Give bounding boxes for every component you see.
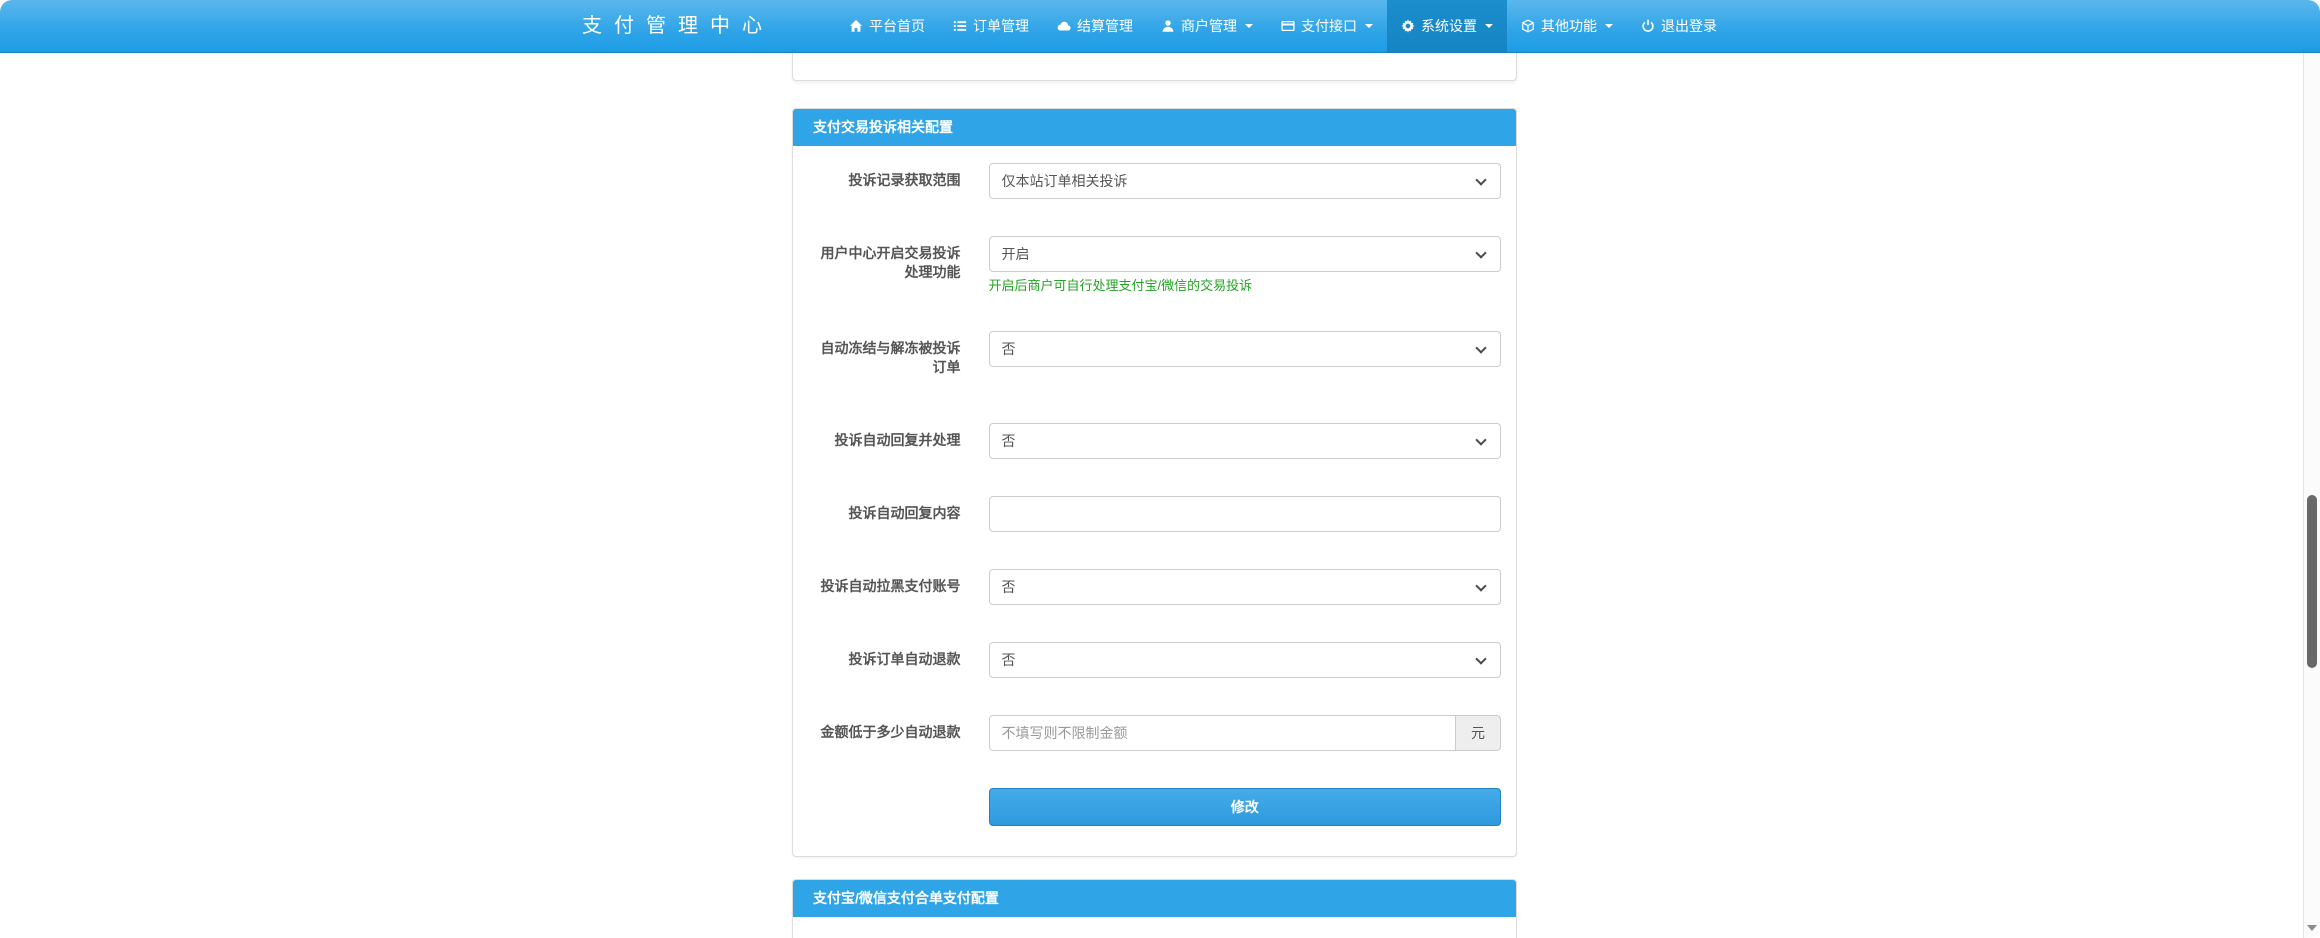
nav-label: 其他功能 <box>1541 16 1597 36</box>
panel-body: 投诉记录获取范围 仅本站订单相关投诉 用户中心开启交易投诉处理功能 开启 <box>793 146 1516 856</box>
chevron-down-icon <box>1475 247 1486 258</box>
nav-item-order-management[interactable]: 订单管理 <box>939 0 1043 52</box>
nav-item-merchant-management[interactable]: 商户管理 <box>1147 0 1267 52</box>
form-row-submit: 修改 <box>808 788 1501 826</box>
panel-title: 支付交易投诉相关配置 <box>793 109 1516 146</box>
nav-item-system-settings[interactable]: 系统设置 <box>1387 0 1507 52</box>
user-center-complaint-toggle-select[interactable]: 开启 <box>989 236 1501 272</box>
field-label: 投诉自动拉黑支付账号 <box>808 569 989 605</box>
field-label: 金额低于多少自动退款 <box>808 715 989 751</box>
select-value: 否 <box>1002 424 1016 458</box>
caret-down-icon <box>1485 24 1493 28</box>
auto-refund-select[interactable]: 否 <box>989 642 1501 678</box>
top-navbar: 支付管理中心 平台首页 订单管理 结算管理 商户管理 <box>0 0 2320 53</box>
caret-down-icon <box>1605 24 1613 28</box>
field-label: 自动冻结与解冻被投诉订单 <box>808 331 989 377</box>
refund-amount-threshold-input[interactable] <box>989 715 1456 751</box>
auto-reply-handle-select[interactable]: 否 <box>989 423 1501 459</box>
cloud-icon <box>1057 19 1071 33</box>
form-row-auto-refund: 投诉订单自动退款 否 <box>808 642 1501 678</box>
field-label: 投诉订单自动退款 <box>808 642 989 678</box>
vertical-scrollbar[interactable] <box>2303 53 2320 938</box>
chevron-down-icon <box>1475 580 1486 591</box>
panel-title: 支付宝/微信支付合单支付配置 <box>793 880 1516 917</box>
previous-panel-cutoff <box>792 53 1517 81</box>
field-label <box>808 788 989 826</box>
currency-unit-addon: 元 <box>1456 715 1501 751</box>
complaint-config-panel: 支付交易投诉相关配置 投诉记录获取范围 仅本站订单相关投诉 用户中心开启交易投诉… <box>792 108 1517 857</box>
form-row-auto-blacklist: 投诉自动拉黑支付账号 否 <box>808 569 1501 605</box>
panel-body <box>793 917 1516 938</box>
nav-label: 商户管理 <box>1181 16 1237 36</box>
cube-icon <box>1521 19 1535 33</box>
nav-label: 系统设置 <box>1421 16 1477 36</box>
chevron-down-icon <box>1475 653 1486 664</box>
list-icon <box>953 19 967 33</box>
content-column: 支付交易投诉相关配置 投诉记录获取范围 仅本站订单相关投诉 用户中心开启交易投诉… <box>792 53 1517 938</box>
form-row-auto-freeze: 自动冻结与解冻被投诉订单 否 <box>808 331 1501 377</box>
nav-item-other-functions[interactable]: 其他功能 <box>1507 0 1627 52</box>
field-label: 投诉记录获取范围 <box>808 163 989 199</box>
nav-item-logout[interactable]: 退出登录 <box>1627 0 1731 52</box>
caret-down-icon <box>1365 24 1373 28</box>
select-value: 开启 <box>1002 237 1030 271</box>
nav-label: 支付接口 <box>1301 16 1357 36</box>
gear-icon <box>1401 19 1415 33</box>
nav-item-settlement-management[interactable]: 结算管理 <box>1043 0 1147 52</box>
credit-card-icon <box>1281 19 1295 33</box>
select-value: 否 <box>1002 643 1016 677</box>
chevron-down-icon <box>1475 342 1486 353</box>
nav-item-platform-home[interactable]: 平台首页 <box>835 0 939 52</box>
home-icon <box>849 19 863 33</box>
nav-label: 订单管理 <box>973 16 1029 36</box>
select-value: 仅本站订单相关投诉 <box>1002 164 1128 198</box>
complaint-scope-select[interactable]: 仅本站订单相关投诉 <box>989 163 1501 199</box>
chevron-down-icon <box>1475 174 1486 185</box>
caret-down-icon <box>1245 24 1253 28</box>
auto-reply-content-input[interactable] <box>989 496 1501 532</box>
nav-label: 结算管理 <box>1077 16 1133 36</box>
select-value: 否 <box>1002 570 1016 604</box>
chevron-down-icon <box>1475 434 1486 445</box>
user-icon <box>1161 19 1175 33</box>
auto-blacklist-select[interactable]: 否 <box>989 569 1501 605</box>
nav-item-payment-interface[interactable]: 支付接口 <box>1267 0 1387 52</box>
field-help-text: 开启后商户可自行处理支付宝/微信的交易投诉 <box>989 277 1501 294</box>
form-row-refund-threshold: 金额低于多少自动退款 元 <box>808 715 1501 751</box>
nav-label: 退出登录 <box>1661 16 1717 36</box>
main-nav: 平台首页 订单管理 结算管理 商户管理 支付接口 <box>835 0 1731 52</box>
form-row-auto-reply-handle: 投诉自动回复并处理 否 <box>808 423 1501 459</box>
form-row-auto-reply-content: 投诉自动回复内容 <box>808 496 1501 532</box>
field-label: 投诉自动回复并处理 <box>808 423 989 459</box>
scrollbar-thumb[interactable] <box>2307 495 2317 668</box>
auto-freeze-select[interactable]: 否 <box>989 331 1501 367</box>
field-label: 投诉自动回复内容 <box>808 496 989 532</box>
power-icon <box>1641 19 1655 33</box>
form-row-user-center-toggle: 用户中心开启交易投诉处理功能 开启 开启后商户可自行处理支付宝/微信的交易投诉 <box>808 236 1501 294</box>
brand-title[interactable]: 支付管理中心 <box>582 0 774 52</box>
form-row-complaint-scope: 投诉记录获取范围 仅本站订单相关投诉 <box>808 163 1501 199</box>
page: 支付管理中心 平台首页 订单管理 结算管理 商户管理 <box>0 0 2320 938</box>
combined-pay-config-panel: 支付宝/微信支付合单支付配置 <box>792 879 1517 938</box>
field-label: 用户中心开启交易投诉处理功能 <box>808 236 989 294</box>
nav-label: 平台首页 <box>869 16 925 36</box>
select-value: 否 <box>1002 332 1016 366</box>
save-changes-button[interactable]: 修改 <box>989 788 1501 826</box>
scrollbar-down-arrow-icon[interactable] <box>2307 925 2317 931</box>
